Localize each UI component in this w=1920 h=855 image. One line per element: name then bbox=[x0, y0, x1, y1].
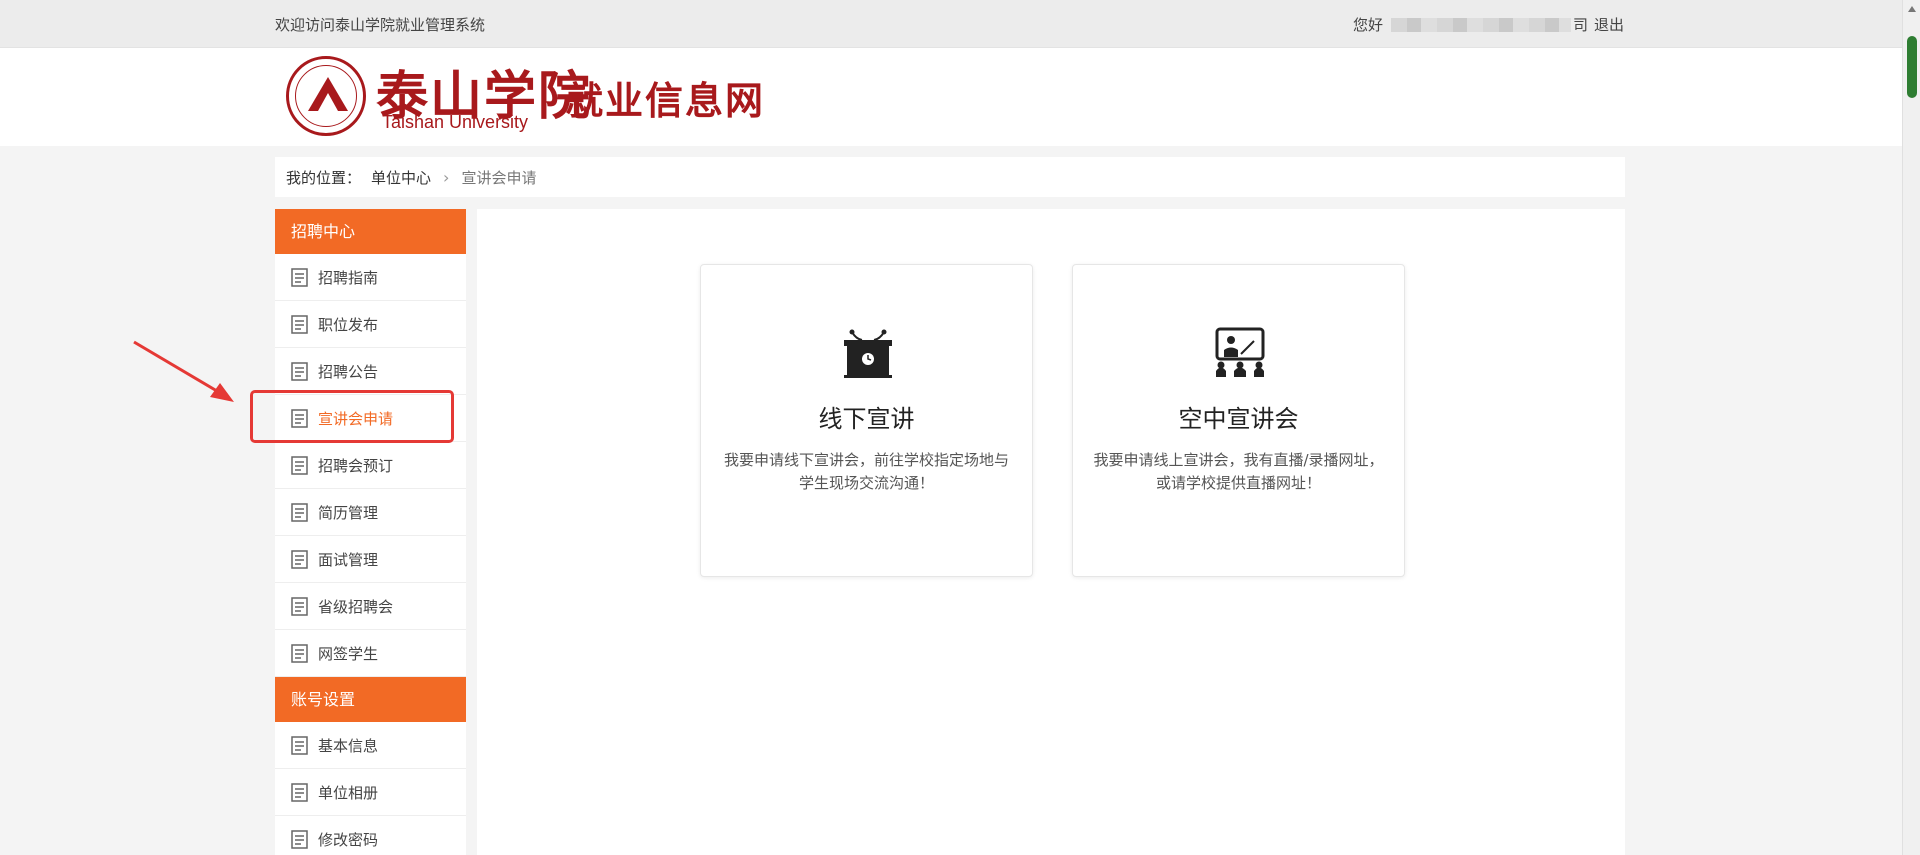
document-list-icon bbox=[291, 361, 308, 381]
sidebar-section-title: 招聘中心 bbox=[275, 209, 466, 254]
document-list-icon bbox=[291, 267, 308, 287]
sidebar-item-label: 省级招聘会 bbox=[318, 597, 394, 616]
document-list-icon bbox=[291, 455, 308, 475]
sidebar-item-recruit-6[interactable]: 面试管理 bbox=[275, 536, 466, 583]
card-title: 空中宣讲会 bbox=[1178, 405, 1299, 433]
top-bar: 欢迎访问泰山学院就业管理系统 您好 司 退出 bbox=[0, 0, 1902, 48]
user-info: 您好 司 退出 bbox=[1353, 14, 1624, 35]
sidebar-item-recruit-8[interactable]: 网签学生 bbox=[275, 630, 466, 677]
document-list-icon bbox=[291, 643, 308, 663]
breadcrumb-label: 我的位置： bbox=[286, 168, 362, 187]
scrollbar-thumb[interactable] bbox=[1907, 36, 1917, 98]
chevron-right-icon: › bbox=[443, 167, 450, 187]
university-english-name: Taishan University bbox=[382, 112, 529, 132]
offline-presentation-card[interactable]: 线下宣讲 我要申请线下宣讲会，前往学校指定场地与学生现场交流沟通！ bbox=[700, 264, 1033, 577]
scroll-up-icon[interactable] bbox=[1908, 6, 1916, 12]
sidebar-item-recruit-5[interactable]: 简历管理 bbox=[275, 489, 466, 536]
sidebar: 招聘中心 招聘指南 职位发布 招聘公告 宣讲会申请 招聘会预订 简历管理 面试管理 省级招聘会网… bbox=[275, 209, 466, 855]
document-list-icon bbox=[291, 829, 308, 849]
welcome-text: 欢迎访问泰山学院就业管理系统 bbox=[275, 16, 486, 34]
sidebar-item-recruit-4[interactable]: 招聘会预订 bbox=[275, 442, 466, 489]
breadcrumb-home-link[interactable]: 单位中心 bbox=[371, 167, 431, 188]
annotation-arrow-icon bbox=[133, 340, 234, 402]
sidebar-item-label: 招聘公告 bbox=[318, 362, 379, 381]
site-header: 泰山学院 Taishan University 就业信息网 bbox=[0, 48, 1902, 146]
sidebar-item-label: 面试管理 bbox=[318, 550, 379, 569]
presentation-screen-icon bbox=[1215, 327, 1265, 377]
document-list-icon bbox=[291, 735, 308, 755]
online-presentation-card[interactable]: 空中宣讲会 我要申请线上宣讲会，我有直播/录播网址，或请学校提供直播网址！ bbox=[1072, 264, 1405, 577]
greeting-text: 您好 bbox=[1352, 16, 1383, 34]
sidebar-item-account-2[interactable]: 修改密码 bbox=[275, 816, 466, 855]
company-name-suffix: 司 bbox=[1572, 16, 1588, 34]
sidebar-item-account-0[interactable]: 基本信息 bbox=[275, 722, 466, 769]
sidebar-item-label: 单位相册 bbox=[318, 783, 379, 802]
sidebar-item-recruit-1[interactable]: 职位发布 bbox=[275, 301, 466, 348]
main-content: 线下宣讲 我要申请线下宣讲会，前往学校指定场地与学生现场交流沟通！ 空中宣讲会 … bbox=[477, 209, 1625, 855]
redacted-company-name bbox=[1390, 17, 1571, 32]
breadcrumb: 我的位置： 单位中心 › 宣讲会申请 bbox=[275, 157, 1625, 197]
card-description: 我要申请线下宣讲会，前往学校指定场地与学生现场交流沟通！ bbox=[723, 451, 1009, 492]
podium-icon bbox=[844, 329, 892, 378]
document-list-icon bbox=[291, 596, 308, 616]
card-title: 线下宣讲 bbox=[818, 405, 915, 433]
card-description: 我要申请线上宣讲会，我有直播/录播网址，或请学校提供直播网址！ bbox=[1093, 451, 1384, 492]
sidebar-section-title: 账号设置 bbox=[275, 677, 466, 722]
annotation-highlight-box bbox=[250, 390, 454, 443]
document-list-icon bbox=[291, 549, 308, 569]
sidebar-item-label: 修改密码 bbox=[318, 830, 379, 849]
breadcrumb-current: 宣讲会申请 bbox=[461, 168, 537, 187]
sidebar-item-recruit-0[interactable]: 招聘指南 bbox=[275, 254, 466, 301]
sidebar-item-label: 基本信息 bbox=[318, 736, 379, 755]
sidebar-item-label: 招聘指南 bbox=[318, 268, 379, 287]
document-list-icon bbox=[291, 502, 308, 522]
document-list-icon bbox=[291, 314, 308, 334]
site-name: 就业信息网 bbox=[565, 78, 766, 123]
sidebar-item-label: 简历管理 bbox=[318, 503, 379, 522]
document-list-icon bbox=[291, 782, 308, 802]
vertical-scrollbar[interactable] bbox=[1902, 0, 1920, 855]
sidebar-item-label: 网签学生 bbox=[318, 644, 379, 663]
sidebar-item-label: 招聘会预订 bbox=[318, 456, 394, 475]
sidebar-item-recruit-7[interactable]: 省级招聘会 bbox=[275, 583, 466, 630]
sidebar-item-recruit-2[interactable]: 招聘公告 bbox=[275, 348, 466, 395]
university-seal-logo[interactable] bbox=[286, 56, 366, 136]
sidebar-item-label: 职位发布 bbox=[318, 315, 379, 334]
sidebar-item-account-1[interactable]: 单位相册 bbox=[275, 769, 466, 816]
logout-link[interactable]: 退出 bbox=[1594, 14, 1624, 35]
